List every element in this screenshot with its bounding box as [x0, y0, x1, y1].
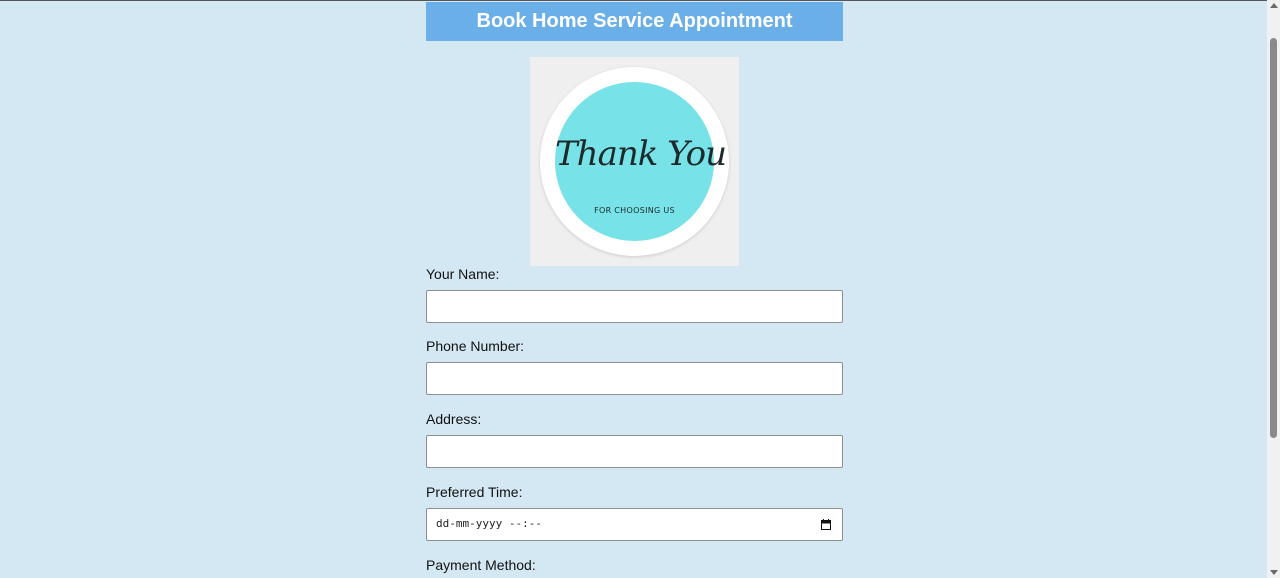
- window-top-border: [0, 0, 1280, 1]
- thank-you-logo: Thank You FOR CHOOSING US: [530, 57, 739, 266]
- calendar-icon[interactable]: [821, 519, 831, 530]
- scroll-down-icon[interactable]: [1270, 570, 1278, 575]
- scroll-up-icon[interactable]: [1270, 3, 1278, 8]
- page-title: Book Home Service Appointment: [426, 2, 843, 41]
- logo-ring: Thank You FOR CHOOSING US: [540, 67, 729, 256]
- address-label: Address:: [426, 411, 482, 427]
- datetime-placeholder: dd-mm-yyyy --:--: [436, 517, 542, 530]
- vertical-scrollbar[interactable]: [1267, 0, 1280, 578]
- time-label: Preferred Time:: [426, 484, 523, 500]
- logo-script-text: Thank You: [555, 134, 727, 174]
- payment-label: Payment Method:: [426, 557, 536, 573]
- preferred-time-input[interactable]: dd-mm-yyyy --:--: [426, 508, 843, 541]
- scrollbar-thumb[interactable]: [1270, 38, 1277, 438]
- name-label: Your Name:: [426, 266, 500, 282]
- phone-input[interactable]: [426, 362, 843, 395]
- phone-label: Phone Number:: [426, 338, 525, 354]
- name-input[interactable]: [426, 290, 843, 323]
- logo-subtext: FOR CHOOSING US: [594, 206, 675, 215]
- booking-form: Book Home Service Appointment Thank You …: [426, 2, 843, 573]
- logo-circle: Thank You FOR CHOOSING US: [555, 82, 727, 241]
- address-input[interactable]: [426, 435, 843, 468]
